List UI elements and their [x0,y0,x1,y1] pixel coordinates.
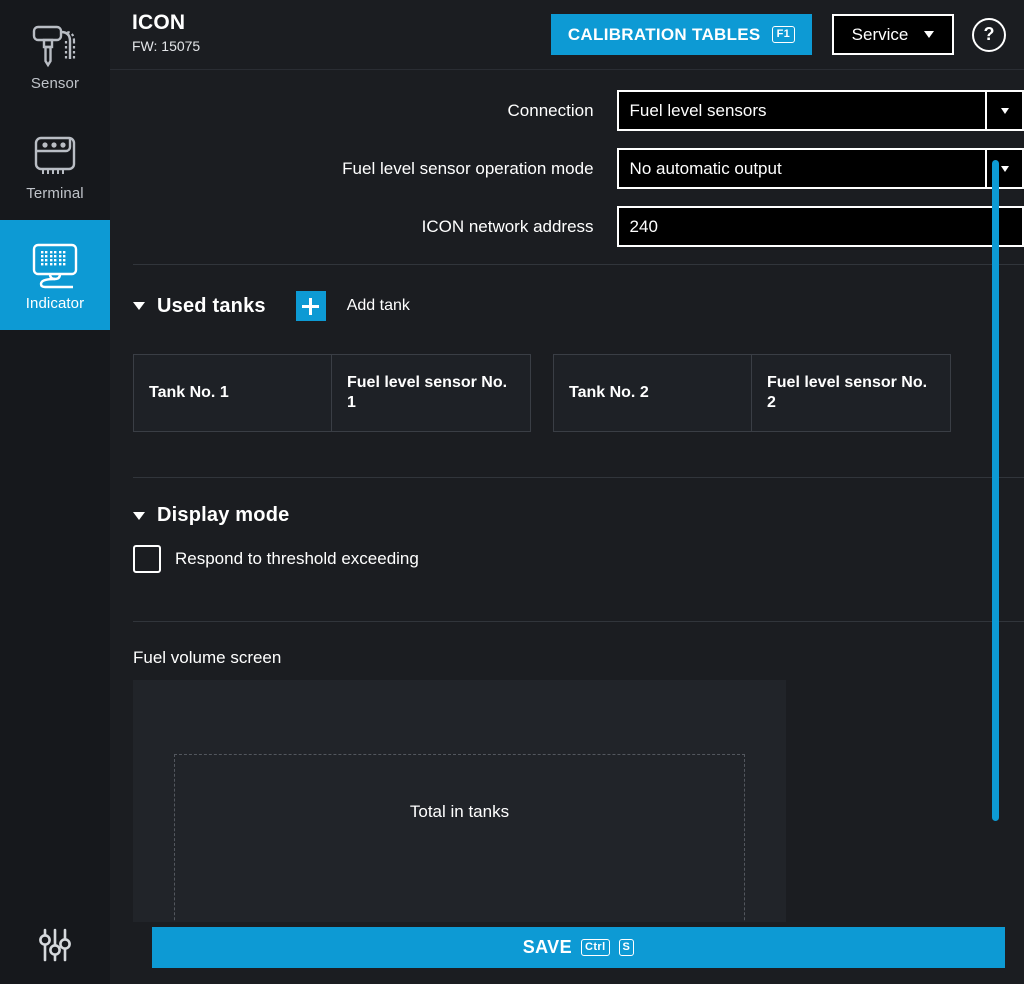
page-title: ICON FW: 15075 [132,12,200,56]
form-row-operation-mode: Fuel level sensor operation mode No auto… [110,148,1024,189]
vertical-scrollbar[interactable] [992,160,999,821]
sidebar-item-indicator[interactable]: Indicator [0,220,110,330]
footer-bar: SAVE Ctrl S [110,922,1024,984]
form-row-connection: Connection Fuel level sensors [110,90,1024,131]
collapse-triangle-icon-display-mode[interactable] [133,511,145,520]
app-window: Sensor Terminal Indicator ICON FW: 15075… [0,0,1024,984]
save-button-label: SAVE [522,937,572,957]
fuel-volume-screen-title: Fuel volume screen [133,648,282,667]
tank-card[interactable]: Tank No. 2 Fuel level sensor No. 2 [553,354,951,432]
sidebar-item-label-terminal: Terminal [26,184,84,202]
sidebar-item-sensor[interactable]: Sensor [0,0,110,110]
network-address-input[interactable]: 240 [616,206,1024,247]
sidebar-item-label-indicator: Indicator [25,294,85,312]
sensor-probe-icon [32,25,76,67]
connection-select[interactable]: Fuel level sensors [616,90,1024,131]
form-row-network-address: ICON network address 240 [110,206,1024,247]
save-shortcut-key: S [618,938,635,957]
label-network-address: ICON network address [421,216,594,236]
threshold-checkbox-row: Respond to threshold exceeding [133,545,1024,573]
indicator-display-icon [32,243,78,288]
label-operation-mode: Fuel level sensor operation mode [342,158,594,178]
save-shortcut-modifier: Ctrl [580,938,610,957]
save-button[interactable]: SAVE Ctrl S [152,927,1005,968]
tank-name: Tank No. 2 [569,384,649,402]
respond-threshold-checkbox[interactable] [133,545,161,573]
sidebar-item-terminal[interactable]: Terminal [0,110,110,220]
connection-form: Connection Fuel level sensors Fuel level… [110,70,1024,247]
firmware-version: FW: 15075 [132,38,201,55]
fuel-volume-screen-section: Fuel volume screen Total in tanks [110,622,1024,922]
operation-mode-select-arrow[interactable] [985,150,1022,187]
plus-icon [302,297,320,315]
chevron-down-icon [1000,107,1009,114]
tank-sensor: Fuel level sensor No. 2 [751,355,950,431]
display-mode-header: Display mode [133,478,1024,527]
service-dropdown-value: Service [851,24,909,44]
chevron-down-icon [924,31,935,38]
chevron-down-icon [1000,165,1009,172]
tank-name: Tank No. 1 [149,384,229,402]
sidebar-settings-button[interactable] [0,906,110,984]
respond-threshold-label: Respond to threshold exceeding [175,549,419,568]
calibration-tables-button[interactable]: CALIBRATION TABLES F1 [550,14,812,55]
sidebar: Sensor Terminal Indicator [0,0,110,984]
tank-card[interactable]: Tank No. 1 Fuel level sensor No. 1 [133,354,531,432]
tank-list: Tank No. 1 Fuel level sensor No. 1 Tank … [133,354,1024,432]
display-mode-section: Display mode Respond to threshold exceed… [110,478,1024,573]
device-name: ICON [132,11,186,35]
question-mark-icon: ? [983,24,995,44]
used-tanks-section: Used tanks Add tank Tank No. 1 Fuel leve… [110,265,1024,432]
display-mode-title: Display mode [157,504,290,526]
total-in-tanks-label: Total in tanks [409,802,510,821]
add-tank-label: Add tank [346,297,410,314]
calibration-tables-label: CALIBRATION TABLES [567,24,761,44]
sliders-settings-icon [39,928,71,962]
header-bar: ICON FW: 15075 CALIBRATION TABLES F1 Ser… [110,0,1024,70]
main-panel: ICON FW: 15075 CALIBRATION TABLES F1 Ser… [110,0,1024,984]
used-tanks-header: Used tanks Add tank [133,265,1024,321]
service-dropdown[interactable]: Service [832,14,954,55]
help-button[interactable]: ? [972,17,1006,52]
tank-sensor: Fuel level sensor No. 1 [331,355,530,431]
terminal-device-icon [34,136,76,174]
connection-select-arrow[interactable] [985,92,1022,129]
label-connection: Connection [507,100,594,120]
collapse-triangle-icon-used-tanks[interactable] [133,302,145,310]
operation-mode-select-value: No automatic output [629,158,782,178]
sidebar-item-label-sensor: Sensor [30,74,80,92]
calibration-shortcut-key: F1 [771,25,795,44]
fuel-volume-screen-preview[interactable]: Total in tanks [133,680,786,922]
operation-mode-select[interactable]: No automatic output [616,148,1024,189]
content-area: Connection Fuel level sensors Fuel level… [110,70,1024,922]
fuel-volume-dropzone[interactable] [174,754,745,922]
used-tanks-title: Used tanks [157,294,266,317]
network-address-value: 240 [629,216,658,236]
add-tank-button[interactable] [295,291,326,321]
connection-select-value: Fuel level sensors [629,100,767,120]
